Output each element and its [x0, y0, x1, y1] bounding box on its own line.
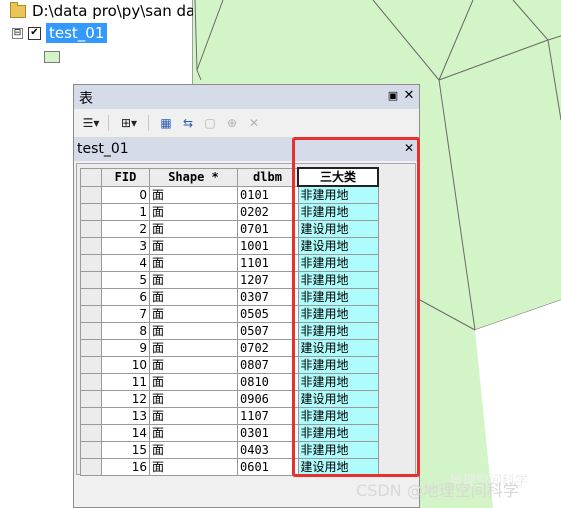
row-selector-cell[interactable]	[80, 305, 102, 323]
row-selector-cell[interactable]	[80, 254, 102, 272]
highlight-annotation-box	[292, 137, 420, 477]
shape-cell[interactable]: 面	[149, 185, 238, 204]
fid-cell[interactable]: 13	[101, 407, 150, 425]
column-header-dlbm[interactable]: dlbm	[237, 167, 299, 187]
fid-cell[interactable]: 2	[101, 220, 150, 238]
row-selector-cell[interactable]	[80, 220, 102, 238]
shape-cell[interactable]: 面	[149, 254, 238, 272]
row-selector-cell[interactable]	[80, 373, 102, 391]
fid-cell[interactable]: 11	[101, 373, 150, 391]
clear-selection-button[interactable]: ▢	[202, 115, 218, 131]
switch-selection-button[interactable]: ⇆	[180, 115, 196, 131]
row-selector-cell[interactable]	[80, 424, 102, 442]
shape-cell[interactable]: 面	[149, 237, 238, 255]
dlbm-cell[interactable]: 0507	[237, 322, 299, 340]
table-options-button[interactable]: ☰▾	[80, 115, 102, 131]
toc-layer-item[interactable]: ⊟ ✔ test_01	[12, 23, 108, 43]
table-window-title: 表	[79, 91, 93, 107]
fid-cell[interactable]: 4	[101, 254, 150, 272]
shape-cell[interactable]: 面	[149, 441, 238, 459]
table-window-titlebar[interactable]: 表 ▣ ✕	[74, 85, 419, 109]
fid-cell[interactable]: 3	[101, 237, 150, 255]
table-tab-name: test_01	[77, 141, 129, 157]
fid-cell[interactable]: 12	[101, 390, 150, 408]
fid-cell[interactable]: 10	[101, 356, 150, 374]
layer-legend-patch-icon	[44, 51, 60, 63]
related-tables-button[interactable]: ⊞▾	[116, 115, 142, 131]
dlbm-cell[interactable]: 0202	[237, 203, 299, 221]
column-header-shape[interactable]: Shape *	[149, 167, 238, 187]
row-selector-cell[interactable]	[80, 356, 102, 374]
shape-cell[interactable]: 面	[149, 373, 238, 391]
layer-name-label[interactable]: test_01	[46, 23, 108, 43]
dlbm-cell[interactable]: 0301	[237, 424, 299, 442]
dlbm-cell[interactable]: 0810	[237, 373, 299, 391]
shape-cell[interactable]: 面	[149, 407, 238, 425]
fid-cell[interactable]: 8	[101, 322, 150, 340]
toolbar-separator	[148, 115, 149, 131]
shape-cell[interactable]: 面	[149, 356, 238, 374]
dlbm-cell[interactable]: 0101	[237, 185, 299, 204]
dlbm-cell[interactable]: 0807	[237, 356, 299, 374]
fid-cell[interactable]: 6	[101, 288, 150, 306]
dlbm-cell[interactable]: 0701	[237, 220, 299, 238]
row-selector-cell[interactable]	[80, 339, 102, 357]
watermark-text: CSDN @地理空间科学	[356, 481, 519, 500]
workspace-path-label: D:\data pro\py\san da	[32, 2, 196, 20]
close-window-button[interactable]: ✕	[403, 89, 415, 103]
toolbar-separator	[108, 115, 109, 131]
shape-cell[interactable]: 面	[149, 322, 238, 340]
dlbm-cell[interactable]: 0307	[237, 288, 299, 306]
row-selector-cell[interactable]	[80, 441, 102, 459]
row-selector-cell[interactable]	[80, 390, 102, 408]
pin-icon[interactable]: ▣	[387, 90, 399, 102]
fid-cell[interactable]: 15	[101, 441, 150, 459]
dlbm-cell[interactable]: 1101	[237, 254, 299, 272]
fid-cell[interactable]: 7	[101, 305, 150, 323]
shape-cell[interactable]: 面	[149, 271, 238, 289]
shape-cell[interactable]: 面	[149, 339, 238, 357]
dlbm-cell[interactable]: 1001	[237, 237, 299, 255]
fid-cell[interactable]: 16	[101, 458, 150, 476]
row-selector-cell[interactable]	[80, 203, 102, 221]
row-selector-cell[interactable]	[80, 185, 102, 204]
row-selector-header[interactable]	[80, 167, 102, 187]
row-selector-cell[interactable]	[80, 458, 102, 476]
fid-cell[interactable]: 1	[101, 203, 150, 221]
row-selector-cell[interactable]	[80, 288, 102, 306]
delete-selected-button[interactable]: ✕	[246, 115, 262, 131]
dlbm-cell[interactable]: 1207	[237, 271, 299, 289]
select-by-attributes-button[interactable]: ▦	[158, 115, 174, 131]
table-toolbar: ☰▾ ⊞▾ ▦ ⇆ ▢ ⊕ ✕	[74, 109, 419, 138]
shape-cell[interactable]: 面	[149, 203, 238, 221]
dlbm-cell[interactable]: 0505	[237, 305, 299, 323]
shape-cell[interactable]: 面	[149, 390, 238, 408]
folder-icon	[10, 1, 26, 18]
fid-cell[interactable]: 0	[101, 185, 150, 204]
dlbm-cell[interactable]: 0702	[237, 339, 299, 357]
shape-cell[interactable]: 面	[149, 288, 238, 306]
zoom-to-selected-button[interactable]: ⊕	[224, 115, 240, 131]
row-selector-cell[interactable]	[80, 271, 102, 289]
fid-cell[interactable]: 9	[101, 339, 150, 357]
row-selector-cell[interactable]	[80, 322, 102, 340]
row-selector-cell[interactable]	[80, 237, 102, 255]
fid-cell[interactable]: 5	[101, 271, 150, 289]
column-header-fid[interactable]: FID	[101, 167, 150, 187]
dlbm-cell[interactable]: 0403	[237, 441, 299, 459]
shape-cell[interactable]: 面	[149, 220, 238, 238]
shape-cell[interactable]: 面	[149, 424, 238, 442]
shape-cell[interactable]: 面	[149, 305, 238, 323]
row-selector-cell[interactable]	[80, 407, 102, 425]
dlbm-cell[interactable]: 0906	[237, 390, 299, 408]
fid-cell[interactable]: 14	[101, 424, 150, 442]
dlbm-cell[interactable]: 1107	[237, 407, 299, 425]
toc-workspace-path[interactable]: D:\data pro\py\san da	[10, 1, 195, 21]
shape-cell[interactable]: 面	[149, 458, 238, 476]
dlbm-cell[interactable]: 0601	[237, 458, 299, 476]
layer-visibility-checkbox[interactable]: ✔	[28, 26, 41, 40]
collapse-icon[interactable]: ⊟	[12, 27, 23, 39]
